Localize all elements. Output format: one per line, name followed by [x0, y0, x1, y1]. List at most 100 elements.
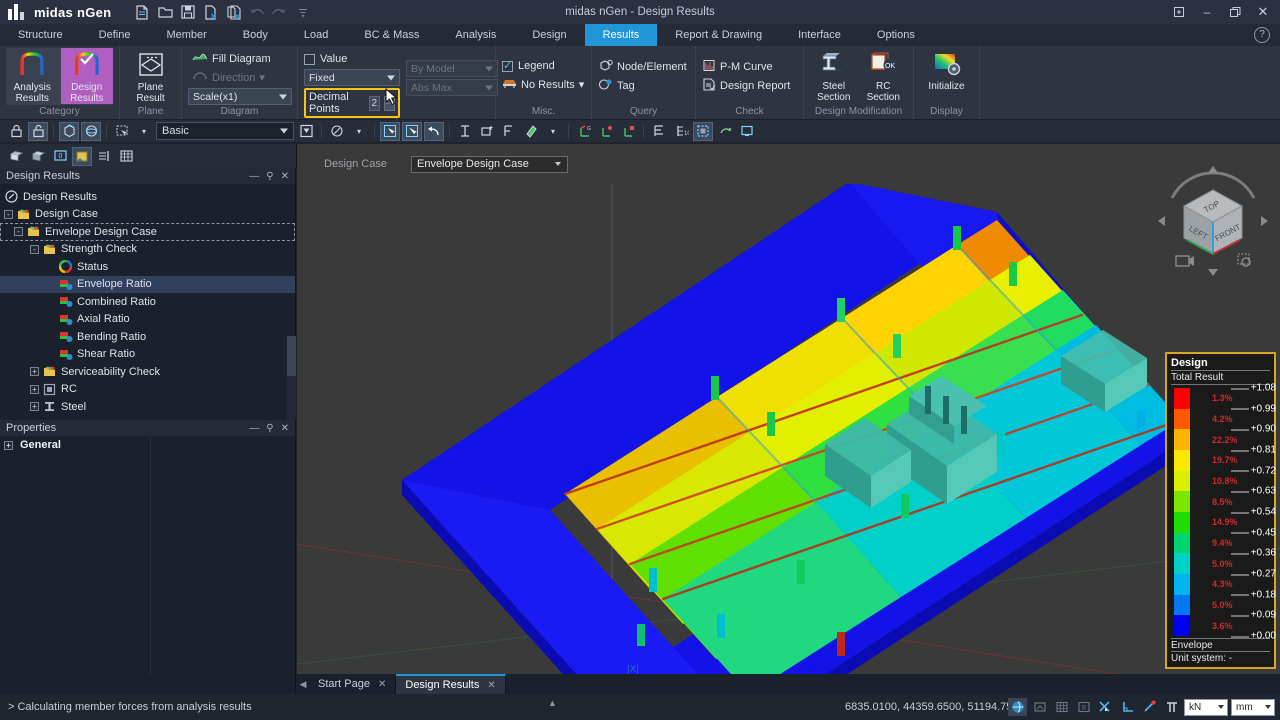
close-icon[interactable]: ✕	[281, 423, 289, 434]
mesh-icon[interactable]	[649, 122, 669, 141]
design-results-button[interactable]: Design Results	[60, 48, 113, 104]
fill-diagram-button[interactable]: Fill Diagram	[188, 50, 292, 67]
3d-viewport[interactable]: Y Z X |X| Design Case Envelope Design Ca…	[297, 144, 1280, 674]
tangent-snap-icon[interactable]	[1140, 698, 1159, 716]
align-icon[interactable]	[94, 147, 114, 166]
close-all-files-icon[interactable]	[225, 3, 243, 21]
scale-combo[interactable]: Scale(x1)	[188, 88, 292, 105]
render-style-icon[interactable]	[327, 122, 347, 141]
select-previous-icon[interactable]	[424, 121, 444, 141]
tree-item-steel[interactable]: + Steel	[0, 398, 295, 416]
tree-item-axial-ratio[interactable]: Axial Ratio	[0, 311, 295, 329]
tab-results[interactable]: Results	[584, 24, 658, 46]
tab-structure[interactable]: Structure	[0, 24, 81, 46]
view-cube[interactable]: TOP LEFT FRONT	[1154, 162, 1272, 280]
expand-expander[interactable]: +	[4, 440, 13, 450]
tree-item-envelope-ratio[interactable]: Envelope Ratio	[0, 275, 295, 293]
expand-expander[interactable]: +	[30, 402, 39, 412]
design-report-button[interactable]: Design Report	[702, 77, 794, 94]
restore-down-icon[interactable]	[1166, 1, 1192, 23]
minimize-icon[interactable]: –	[1194, 1, 1220, 23]
maximize-icon[interactable]	[1222, 1, 1248, 23]
help-icon[interactable]: ?	[1254, 27, 1270, 43]
table-grid-icon[interactable]	[116, 147, 136, 166]
tab-define[interactable]: Define	[81, 24, 149, 46]
view-link-icon[interactable]	[715, 122, 735, 141]
decimal-points-input[interactable]: 2	[368, 95, 380, 111]
tab-load[interactable]: Load	[286, 24, 346, 46]
render-style-caret-icon[interactable]: ▾	[349, 122, 369, 141]
close-icon[interactable]: ✕	[281, 171, 289, 182]
fixed-combo[interactable]: Fixed	[304, 69, 400, 86]
node-element-button[interactable]: Node/Element	[598, 58, 691, 75]
select-poly-icon[interactable]	[402, 121, 422, 141]
expand-expander[interactable]: +	[30, 367, 39, 377]
pin-icon[interactable]: ⚲	[266, 423, 273, 434]
wireframe-icon[interactable]	[6, 147, 26, 166]
shaded-icon[interactable]	[28, 147, 48, 166]
minimize-icon[interactable]: —	[249, 423, 259, 434]
analysis-results-button[interactable]: Analysis Results	[6, 48, 59, 104]
steel-section-button[interactable]: Steel Section	[810, 48, 858, 103]
node-number-icon[interactable]	[596, 122, 616, 141]
tree-item-rc[interactable]: + RC	[0, 381, 295, 399]
angle-snap-icon[interactable]	[1162, 698, 1181, 716]
rotate-view-icon[interactable]	[59, 121, 79, 141]
tag-button[interactable]: Tag	[598, 77, 691, 94]
no-results-button[interactable]: No Results ▾	[502, 76, 588, 93]
value-checkbox-row[interactable]: Value	[304, 51, 400, 67]
close-icon[interactable]: ✕	[487, 680, 495, 691]
unlock-icon[interactable]	[28, 121, 48, 141]
grid-snap-icon[interactable]	[499, 122, 519, 141]
close-icon[interactable]: ✕	[378, 679, 386, 690]
pm-curve-button[interactable]: P-M Curve	[702, 58, 794, 75]
display-options-icon[interactable]	[296, 122, 316, 141]
perpendicular-snap-icon[interactable]	[1118, 698, 1137, 716]
tab-design[interactable]: Design	[514, 24, 584, 46]
local-axis-icon[interactable]: G	[574, 122, 594, 141]
value-checkbox[interactable]	[304, 53, 315, 65]
tree-item-strength-check[interactable]: - Strength Check	[0, 241, 295, 259]
close-file-icon[interactable]	[202, 3, 220, 21]
select-dropdown-caret-icon[interactable]: ▾	[134, 122, 154, 141]
status-expand-icon[interactable]: ▲	[548, 698, 557, 708]
tree-item-design-results[interactable]: Design Results	[0, 188, 295, 206]
tree-item-shear-ratio[interactable]: Shear Ratio	[0, 346, 295, 364]
tree-item-bending-ratio[interactable]: Bending Ratio	[0, 328, 295, 346]
render-mode-icon[interactable]	[693, 121, 713, 141]
tree-item-envelope-design-case[interactable]: - Envelope Design Case	[0, 223, 295, 241]
tree-item-design-case[interactable]: - Design Case	[0, 206, 295, 224]
tab-report-and-drawing[interactable]: Report & Drawing	[657, 24, 780, 46]
close-icon[interactable]: ✕	[1250, 1, 1276, 23]
display-window-icon[interactable]	[737, 122, 757, 141]
tree-item-serviceability-check[interactable]: + Serviceability Check	[0, 363, 295, 381]
selection-mode-combo[interactable]: Basic	[156, 122, 294, 140]
undo-icon[interactable]	[248, 3, 266, 21]
results-table-icon[interactable]	[72, 146, 92, 166]
length-unit-select[interactable]: mm	[1231, 698, 1275, 716]
force-unit-select[interactable]: kN	[1184, 698, 1228, 716]
initialize-button[interactable]: Initialize	[920, 48, 973, 92]
legend-checkbox-row[interactable]: Legend	[502, 58, 588, 74]
pin-icon[interactable]: ⚲	[266, 171, 273, 182]
lock-icon[interactable]	[6, 122, 26, 141]
expand-expander[interactable]: +	[30, 384, 39, 394]
ortho-snap-icon[interactable]: B	[1074, 698, 1093, 716]
snap-icon[interactable]	[1030, 698, 1049, 716]
properties-column-splitter[interactable]	[150, 437, 151, 692]
collapse-expander[interactable]: -	[14, 227, 23, 237]
tree-item-combined-ratio[interactable]: Combined Ratio	[0, 293, 295, 311]
tab-body[interactable]: Body	[225, 24, 286, 46]
save-icon[interactable]	[179, 3, 197, 21]
select-window-icon[interactable]	[112, 122, 132, 141]
doc-tab-design-results[interactable]: Design Results ✕	[396, 674, 506, 694]
open-folder-icon[interactable]	[156, 3, 174, 21]
element-snap-icon[interactable]	[477, 122, 497, 141]
section-color-caret-icon[interactable]: ▾	[543, 122, 563, 141]
customize-quick-access-icon[interactable]	[294, 3, 312, 21]
intersect-snap-icon[interactable]	[1096, 698, 1115, 716]
section-color-icon[interactable]	[521, 122, 541, 141]
redo-icon[interactable]	[271, 3, 289, 21]
tab-member[interactable]: Member	[148, 24, 224, 46]
properties-row-general[interactable]: + General	[0, 437, 295, 453]
